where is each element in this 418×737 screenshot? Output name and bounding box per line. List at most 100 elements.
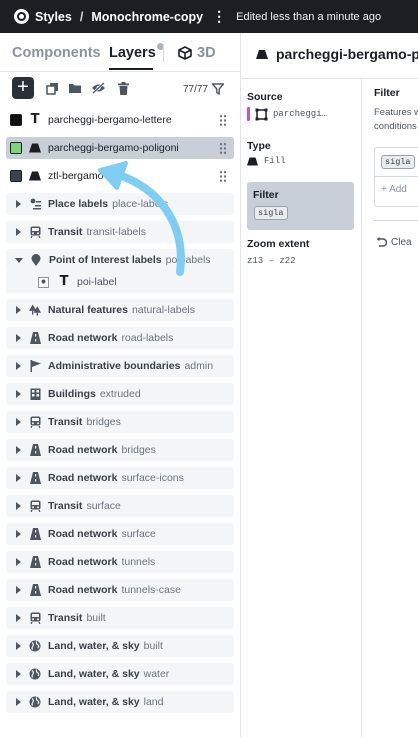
chevron-right-icon[interactable] xyxy=(16,502,21,510)
tab-layers-label: Layers xyxy=(109,45,156,61)
layer-group-row[interactable]: Point of Interest labels poi-labels xyxy=(6,249,234,271)
breadcrumb-styles[interactable]: Styles xyxy=(35,10,72,24)
layer-group-row[interactable]: Place labels place-labels xyxy=(6,193,234,215)
chevron-right-icon[interactable] xyxy=(16,390,21,398)
group-name: Road network xyxy=(48,528,118,540)
layer-group-row[interactable]: Road network surface-icons xyxy=(6,467,234,489)
source-section[interactable]: Source parcheggi… xyxy=(247,91,354,121)
layer-group-row[interactable]: Transit surface xyxy=(6,495,234,517)
tab-layers[interactable]: Layers xyxy=(109,43,164,61)
filter-chip: sigla xyxy=(254,206,288,220)
add-condition-button[interactable]: + Add xyxy=(381,184,407,195)
layer-row[interactable]: parcheggi-bergamo-poligoni xyxy=(6,137,234,159)
road-icon xyxy=(29,584,41,596)
chevron-right-icon[interactable] xyxy=(16,418,21,426)
layer-group-row[interactable]: Road network tunnels-case xyxy=(6,579,234,601)
layer-row[interactable]: Tpoi-label xyxy=(6,271,234,293)
type-section[interactable]: Type Fill xyxy=(247,140,354,166)
layer-group-row[interactable]: Road network tunnels xyxy=(6,551,234,573)
layer-color-swatch[interactable] xyxy=(10,170,22,182)
layer-properties-nav: Source parcheggi… Type Fill Filter sigla… xyxy=(241,33,361,737)
layer-group-row[interactable]: Land, water, & sky land xyxy=(6,691,234,713)
source-color-bar xyxy=(247,107,250,121)
group-sublabel: bridges xyxy=(86,416,121,428)
chevron-right-icon[interactable] xyxy=(16,474,21,482)
panel-tabs: Components Layers 3D xyxy=(0,33,240,72)
layer-group-row[interactable]: Administrative boundaries admin xyxy=(6,355,234,377)
transit-icon xyxy=(29,416,41,428)
globe-icon xyxy=(29,640,41,652)
breadcrumb-separator: / xyxy=(79,9,84,24)
chevron-right-icon[interactable] xyxy=(16,334,21,342)
layer-count: 77/77 xyxy=(183,84,209,95)
chevron-right-icon[interactable] xyxy=(16,446,21,454)
chevron-right-icon[interactable] xyxy=(16,614,21,622)
zoom-section[interactable]: Zoom extent z13 – z22 xyxy=(247,238,354,266)
layer-group-row[interactable]: Land, water, & sky water xyxy=(6,663,234,685)
filter-desc-line1: Features w xyxy=(374,107,418,118)
layer-name: poi-label xyxy=(77,276,117,288)
group-name: Road network xyxy=(48,556,118,568)
road-icon xyxy=(29,472,41,484)
polygon-source-icon xyxy=(255,108,268,120)
layer-group-row[interactable]: Road network road-labels xyxy=(6,327,234,349)
group-sublabel: water xyxy=(143,668,170,680)
layer-group-row[interactable]: Road network surface xyxy=(6,523,234,545)
group-sublabel: surface xyxy=(86,500,121,512)
group-name: Road network xyxy=(48,444,118,456)
hide-icon[interactable] xyxy=(89,79,107,97)
chevron-right-icon[interactable] xyxy=(16,698,21,706)
filter-condition-chip[interactable]: sigla xyxy=(381,155,415,169)
drag-handle-icon[interactable] xyxy=(219,170,227,183)
tab-components[interactable]: Components xyxy=(12,45,101,61)
layers-toolbar: + 77/77 xyxy=(0,76,240,106)
drag-handle-icon[interactable] xyxy=(219,142,227,155)
group-sublabel: place-labels xyxy=(112,198,169,210)
chevron-right-icon[interactable] xyxy=(16,642,21,650)
chevron-right-icon[interactable] xyxy=(16,558,21,566)
layer-color-swatch[interactable] xyxy=(10,142,22,154)
chevron-right-icon[interactable] xyxy=(16,530,21,538)
filter-section-selected[interactable]: Filter sigla xyxy=(247,182,354,230)
chevron-right-icon[interactable] xyxy=(16,306,21,314)
layer-group-row[interactable]: Road network bridges xyxy=(6,439,234,461)
cube-icon xyxy=(178,46,192,60)
type-label: Type xyxy=(247,140,271,152)
tab-3d[interactable]: 3D xyxy=(178,45,216,61)
layer-group-row[interactable]: Land, water, & sky built xyxy=(6,635,234,657)
chevron-down-icon[interactable] xyxy=(15,257,23,263)
layer-group-row[interactable]: Transit bridges xyxy=(6,411,234,433)
clear-filter-button[interactable]: Clea xyxy=(376,237,412,248)
style-name[interactable]: Monochrome-copy xyxy=(91,10,203,24)
trash-icon[interactable] xyxy=(114,79,132,97)
duplicate-icon[interactable] xyxy=(43,79,61,97)
folder-icon[interactable] xyxy=(66,79,84,97)
chevron-right-icon[interactable] xyxy=(16,670,21,678)
chevron-right-icon[interactable] xyxy=(16,362,21,370)
transit-icon xyxy=(29,612,41,624)
active-tab-indicator xyxy=(109,68,153,70)
layer-color-swatch[interactable] xyxy=(10,114,22,126)
chevron-right-icon[interactable] xyxy=(16,586,21,594)
filter-layers-icon[interactable] xyxy=(211,82,225,100)
zoom-label: Zoom extent xyxy=(247,238,310,250)
layer-group-row[interactable]: Transit transit-labels xyxy=(6,221,234,243)
mapbox-logo-icon[interactable] xyxy=(14,9,29,24)
group-name: Point of Interest labels xyxy=(49,254,162,266)
layer-row[interactable]: ztl-bergamo xyxy=(6,165,234,187)
trees-icon xyxy=(29,304,41,316)
style-menu-kebab-icon[interactable]: ⋮ xyxy=(212,8,226,25)
chevron-right-icon[interactable] xyxy=(16,228,21,236)
road-icon xyxy=(29,444,41,456)
layer-list: Tparcheggi-bergamo-lettere parcheggi-berg… xyxy=(6,109,234,719)
group-sublabel: tunnels xyxy=(121,556,156,568)
drag-handle-icon[interactable] xyxy=(219,114,227,127)
layer-group-row[interactable]: Transit built xyxy=(6,607,234,629)
layer-group-row[interactable]: Buildings extruded xyxy=(6,383,234,405)
add-layer-button[interactable]: + xyxy=(12,77,34,99)
group-name: Land, water, & sky xyxy=(48,640,140,652)
layer-row[interactable]: Tparcheggi-bergamo-lettere xyxy=(6,109,234,131)
chevron-right-icon[interactable] xyxy=(16,200,21,208)
group-name: Road network xyxy=(48,584,118,596)
layer-group-row[interactable]: Natural features natural-labels xyxy=(6,299,234,321)
